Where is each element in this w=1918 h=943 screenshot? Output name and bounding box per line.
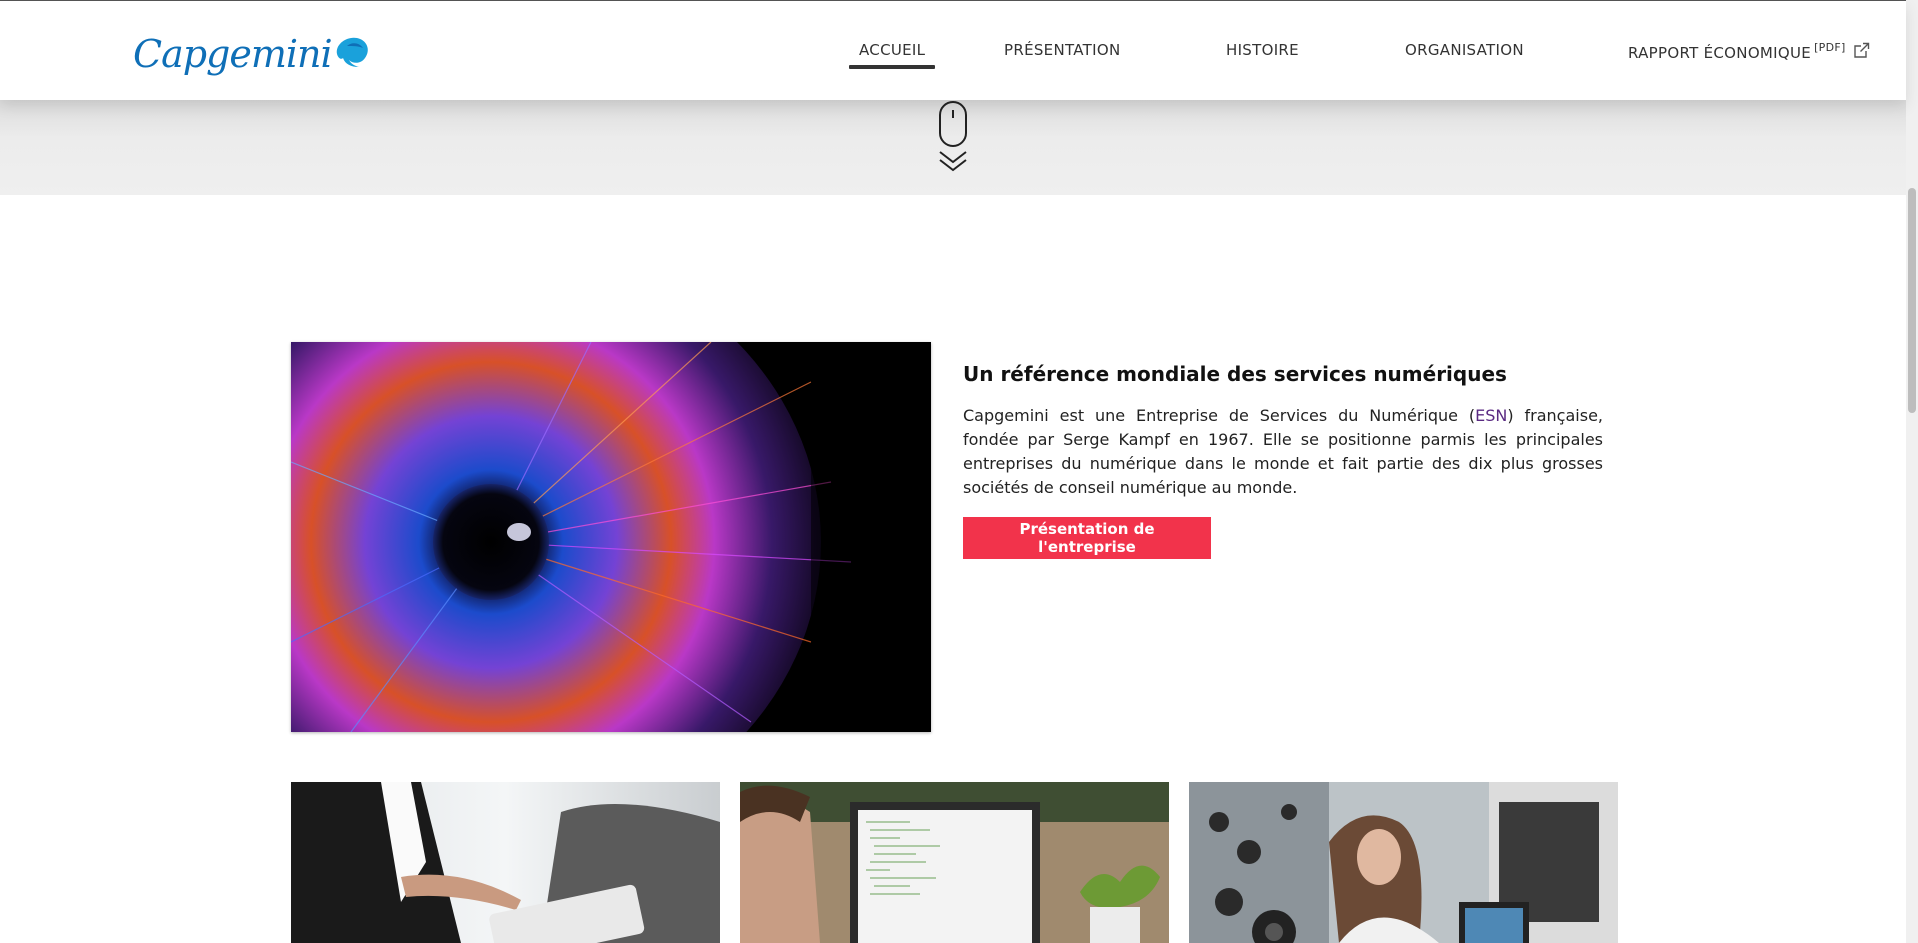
card-image-engineer-lab[interactable] [1189, 782, 1618, 943]
scroll-down-indicator[interactable] [937, 100, 969, 174]
double-chevron-down-icon [939, 151, 967, 172]
intro-paragraph: Capgemini est une Entreprise de Services… [963, 404, 1603, 500]
mouse-icon [939, 101, 967, 147]
nav-item-organisation[interactable]: ORGANISATION [1405, 41, 1524, 59]
intro-text-part-1: Capgemini est une Entreprise de Services… [963, 406, 1476, 425]
site-header: Capgemini ACCUEIL PRÉSENTATION HISTOIRE … [0, 1, 1906, 100]
spade-logo-icon [336, 37, 368, 67]
nav-item-rapport-economique[interactable]: RAPPORT ÉCONOMIQUE [PDF] [1628, 41, 1846, 62]
nav-item-histoire[interactable]: HISTOIRE [1226, 41, 1299, 59]
page-scrollbar-thumb[interactable] [1908, 188, 1916, 413]
pdf-superscript: [PDF] [1814, 41, 1846, 54]
logo-text: Capgemini [133, 32, 333, 76]
card-image-business-meeting[interactable] [291, 782, 720, 943]
esn-link[interactable]: ESN [1475, 406, 1507, 425]
external-link-icon[interactable] [1853, 42, 1870, 59]
capgemini-logo[interactable]: Capgemini [133, 27, 371, 81]
card-image-laptop-code[interactable] [740, 782, 1169, 943]
intro-image-fiber-eye [291, 342, 931, 732]
page-scrollbar[interactable] [1906, 0, 1918, 943]
nav-item-presentation[interactable]: PRÉSENTATION [1004, 41, 1120, 59]
company-presentation-button[interactable]: Présentation de l'entreprise [963, 517, 1211, 559]
nav-item-accueil[interactable]: ACCUEIL [848, 41, 936, 69]
intro-title: Un référence mondiale des services numér… [963, 362, 1507, 386]
nav-item-rapport-label: RAPPORT ÉCONOMIQUE [1628, 44, 1812, 62]
